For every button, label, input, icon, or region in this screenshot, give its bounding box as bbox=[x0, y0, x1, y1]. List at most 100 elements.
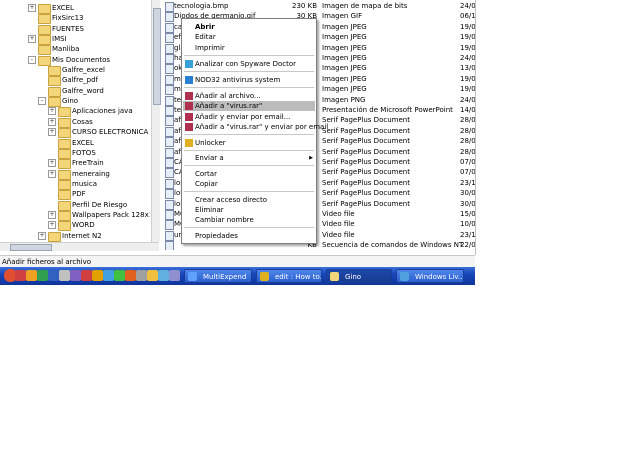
tree-node-label: FreeTrain bbox=[72, 159, 104, 167]
expand-toggle-icon[interactable]: + bbox=[48, 221, 56, 229]
tree-horizontal-scrollbar[interactable] bbox=[0, 242, 159, 251]
menu-item[interactable]: Cortar bbox=[183, 169, 315, 179]
file-date: 30/0 bbox=[460, 189, 475, 198]
folder-icon bbox=[58, 128, 71, 138]
menu-separator bbox=[184, 227, 314, 228]
tree-node-label: WORD bbox=[72, 221, 95, 229]
menu-item[interactable]: Añadir y enviar por email... bbox=[183, 112, 315, 122]
word-icon[interactable] bbox=[48, 270, 59, 281]
file-date: 28/0 bbox=[460, 147, 475, 156]
file-date: 23/1 bbox=[460, 230, 475, 239]
expand-toggle-icon[interactable]: + bbox=[38, 232, 46, 240]
tree-node-label: CURSO ELECTRONICA bbox=[72, 128, 149, 136]
app-icon-1[interactable] bbox=[15, 270, 26, 281]
expand-toggle-icon[interactable]: + bbox=[48, 118, 56, 126]
folder-icon bbox=[58, 107, 71, 117]
winrar-icon bbox=[185, 102, 193, 110]
menu-item[interactable]: Imprimir bbox=[183, 43, 315, 53]
folder-icon bbox=[48, 87, 61, 97]
file-type: Imagen GIF bbox=[322, 12, 363, 21]
scrollbar-thumb[interactable] bbox=[153, 8, 161, 105]
status-text: Añadir ficheros al archivo bbox=[2, 258, 92, 266]
menu-item[interactable]: Añadir al archivo... bbox=[183, 91, 315, 101]
app-icon-5[interactable] bbox=[59, 270, 70, 281]
app-icon-3[interactable] bbox=[37, 270, 48, 281]
app-icon-7[interactable] bbox=[81, 270, 92, 281]
menu-item[interactable]: Añadir a "virus.rar" bbox=[183, 101, 315, 111]
tree-vertical-scrollbar[interactable] bbox=[151, 0, 161, 242]
app-icon-14[interactable] bbox=[158, 270, 169, 281]
app-icon-8[interactable] bbox=[92, 270, 103, 281]
expand-toggle-icon[interactable]: + bbox=[48, 159, 56, 167]
expand-toggle-icon[interactable]: + bbox=[28, 4, 36, 12]
file-date: 22/0 bbox=[460, 241, 475, 250]
file-type: Serif PagePlus Document bbox=[322, 168, 410, 177]
folder-icon bbox=[38, 35, 51, 45]
expand-toggle-icon[interactable]: + bbox=[48, 211, 56, 219]
taskbar-button[interactable]: edit : How to... bbox=[256, 269, 322, 283]
menu-item[interactable]: Añadir a "virus.rar" y enviar por email bbox=[183, 122, 328, 132]
folder-icon bbox=[58, 170, 71, 180]
taskbar: MultiExpend edit : How to... Gino Windows L… bbox=[0, 267, 475, 285]
app-icon-12[interactable] bbox=[136, 270, 147, 281]
folder-icon bbox=[38, 14, 51, 24]
chrome-icon bbox=[260, 272, 269, 281]
folder-icon bbox=[58, 201, 71, 211]
file-date: 19/0 bbox=[460, 22, 475, 31]
file-type: Imagen JPEG bbox=[322, 33, 367, 42]
app-icon-9[interactable] bbox=[103, 270, 114, 281]
unlocker-icon bbox=[185, 139, 193, 147]
app-icon-15[interactable] bbox=[169, 270, 180, 281]
file-row[interactable]: tecnologia.bmp 230 KB Imagen de mapa de bi… bbox=[162, 1, 475, 12]
menu-item[interactable]: Editar bbox=[183, 32, 315, 42]
expand-toggle-icon[interactable]: - bbox=[38, 97, 46, 105]
file-date: 24/0 bbox=[460, 95, 475, 104]
expand-toggle-icon[interactable]: + bbox=[28, 35, 36, 43]
menu-separator bbox=[184, 134, 314, 135]
menu-item[interactable]: Eliminar bbox=[183, 205, 315, 215]
menu-item[interactable]: Cambiar nombre bbox=[183, 215, 315, 225]
taskbar-button[interactable]: Gino bbox=[326, 269, 392, 283]
folder-icon bbox=[330, 272, 339, 281]
menu-item[interactable]: Enviar a ▶ bbox=[183, 153, 315, 163]
menu-item-label: Añadir y enviar por email... bbox=[195, 113, 291, 121]
file-type: Presentación de Microsoft PowerPoint bbox=[322, 106, 453, 114]
menu-separator bbox=[184, 87, 314, 88]
folder-icon bbox=[58, 221, 71, 231]
menu-item[interactable]: Analizar con Spyware Doctor bbox=[183, 59, 315, 69]
tree-node-label: Internet N2 bbox=[62, 232, 102, 240]
scrollbar-thumb[interactable] bbox=[10, 244, 52, 251]
taskbar-button[interactable]: Windows Liv... bbox=[396, 269, 464, 283]
app-icon-11[interactable] bbox=[125, 270, 136, 281]
menu-item[interactable]: NOD32 antivirus system bbox=[183, 75, 315, 85]
taskbar-button-label: MultiExpend bbox=[203, 273, 247, 281]
file-date: 23/1 bbox=[460, 178, 475, 187]
file-type: Video file bbox=[322, 220, 355, 229]
menu-item[interactable]: Crear acceso directo bbox=[183, 195, 315, 205]
submenu-arrow-icon: ▶ bbox=[309, 155, 313, 161]
spyware-doctor-icon bbox=[185, 60, 193, 68]
file-type: Serif PagePlus Document bbox=[322, 178, 410, 187]
menu-item-label: Añadir a "virus.rar" bbox=[195, 102, 263, 110]
app-icon-6[interactable] bbox=[70, 270, 81, 281]
expand-toggle-icon[interactable]: + bbox=[48, 128, 56, 136]
app-icon-10[interactable] bbox=[114, 270, 125, 281]
folder-icon bbox=[58, 118, 71, 128]
winrar-icon bbox=[185, 123, 193, 131]
expand-toggle-icon[interactable]: + bbox=[48, 107, 56, 115]
menu-separator bbox=[184, 55, 314, 56]
app-icon-2[interactable] bbox=[26, 270, 37, 281]
expand-toggle-icon[interactable]: + bbox=[48, 170, 56, 178]
taskbar-button[interactable]: MultiExpend bbox=[184, 269, 252, 283]
file-type: Video file bbox=[322, 230, 355, 239]
folder-icon bbox=[48, 66, 61, 76]
file-date: 10/0 bbox=[460, 220, 475, 229]
file-size: 230 KB bbox=[292, 2, 317, 10]
menu-item[interactable]: Abrir bbox=[183, 22, 315, 32]
app-icon-13[interactable] bbox=[147, 270, 158, 281]
menu-item[interactable]: Copiar bbox=[183, 179, 315, 189]
menu-item[interactable]: Propiedades bbox=[183, 231, 315, 241]
menu-item-label: Propiedades bbox=[195, 232, 238, 240]
expand-toggle-icon[interactable]: - bbox=[28, 56, 36, 64]
menu-item[interactable]: Unlocker bbox=[183, 138, 315, 148]
